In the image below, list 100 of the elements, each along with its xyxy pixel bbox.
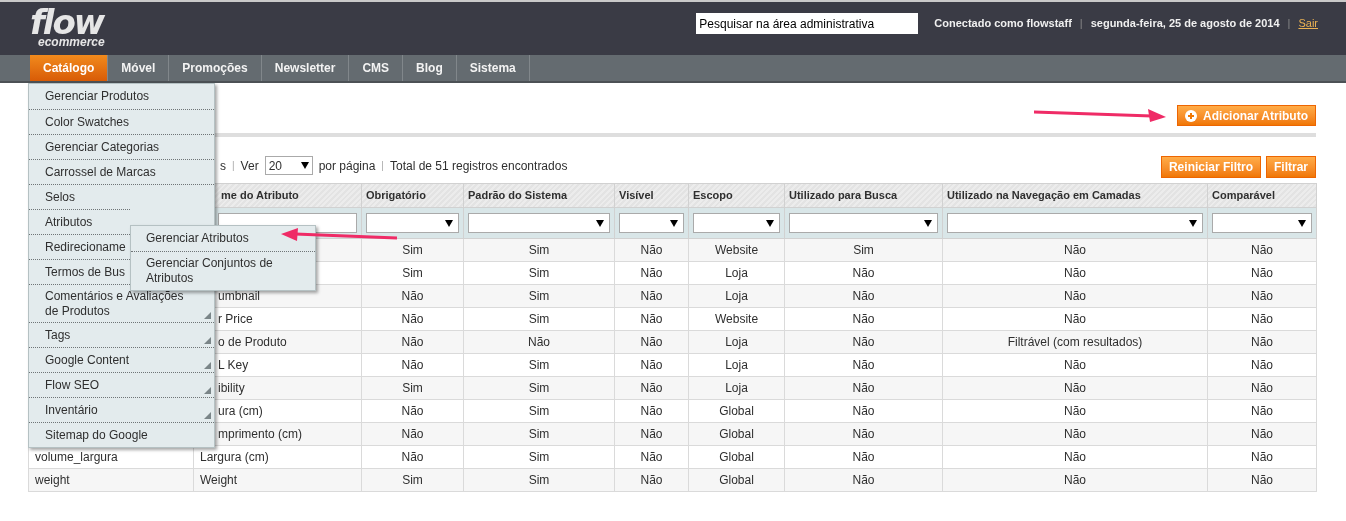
table-cell: Não — [852, 404, 875, 418]
table-cell: Não — [640, 381, 663, 395]
menu-item[interactable]: Selos — [29, 184, 214, 209]
table-cell: Não — [1251, 427, 1273, 441]
menu-item[interactable]: Tags — [29, 322, 214, 347]
table-cell: Global — [719, 427, 754, 441]
nav-tab[interactable]: Newsletter — [261, 55, 350, 81]
table-cell: Sim — [528, 358, 550, 372]
table-cell: Não — [640, 243, 663, 257]
filter-select[interactable] — [468, 213, 610, 233]
table-cell: Não — [401, 450, 424, 464]
menu-item[interactable]: Carrossel de Marcas — [29, 159, 214, 184]
filter-select[interactable] — [619, 213, 684, 233]
table-cell: ura (cm) — [218, 404, 263, 418]
table-cell: Global — [719, 450, 754, 464]
table-cell: Global — [719, 473, 754, 487]
table-cell: Sim — [528, 289, 550, 303]
table-cell: Não — [852, 473, 875, 487]
nav-tab[interactable]: Blog — [403, 55, 457, 81]
table-cell: Não — [1064, 404, 1086, 418]
pager-text: s — [220, 157, 226, 175]
menu-item[interactable]: Flow SEO — [29, 372, 214, 397]
table-cell: Sim — [853, 243, 874, 257]
table-cell: Sim — [528, 473, 550, 487]
nav-tab[interactable]: Móvel — [108, 55, 170, 81]
table-cell: weight — [35, 473, 70, 487]
menu-item[interactable]: Sitemap do Google — [29, 422, 214, 447]
caret-icon — [924, 219, 932, 227]
separator: | — [381, 159, 384, 173]
table-cell: Weight — [200, 473, 238, 487]
search-field[interactable]: Pesquisar na área administrativa — [696, 13, 919, 34]
logo-subtext: ecommerce — [38, 36, 105, 48]
caret-icon — [300, 162, 309, 169]
submenu-arrow-icon — [204, 387, 211, 394]
table-cell: Não — [852, 450, 875, 464]
menu-item[interactable]: Google Content — [29, 347, 214, 372]
caret-icon — [766, 219, 774, 227]
total-records-text: Total de 51 registros encontrados — [389, 157, 568, 175]
table-cell: Não — [1064, 266, 1086, 280]
menu-item[interactable]: Color Swatches — [29, 109, 214, 134]
table-cell: Não — [401, 427, 424, 441]
table-cell: Loja — [725, 266, 748, 280]
caret-icon — [1298, 219, 1306, 227]
table-cell: Sim — [528, 450, 550, 464]
separator: | — [1079, 16, 1083, 32]
table-cell: r Price — [218, 312, 253, 326]
filter-select[interactable] — [947, 213, 1203, 233]
table-cell: Não — [401, 289, 424, 303]
caret-icon — [1189, 219, 1197, 227]
table-cell: Não — [1064, 243, 1086, 257]
separator: | — [1287, 16, 1291, 32]
nav-tab[interactable]: Promoções — [169, 55, 262, 81]
table-cell: Não — [1251, 404, 1273, 418]
menu-item[interactable]: Gerenciar Produtos — [29, 84, 214, 109]
date-text: segunda-feira, 25 de agosto de 2014 — [1090, 16, 1280, 32]
per-page-select[interactable]: 20 — [264, 156, 313, 175]
table-cell: Não — [640, 289, 663, 303]
filter-select[interactable] — [693, 213, 780, 233]
menu-item[interactable]: Gerenciar Categorias — [29, 134, 214, 159]
table-cell: Não — [640, 358, 663, 372]
caret-icon — [670, 219, 678, 227]
table-cell: Não — [1251, 335, 1273, 349]
table-cell: Loja — [725, 335, 748, 349]
table-cell: Não — [1064, 473, 1086, 487]
table-cell: Sim — [528, 312, 550, 326]
table-cell: Não — [1251, 358, 1273, 372]
table-cell: Não — [1064, 312, 1086, 326]
table-cell: Sim — [402, 266, 423, 280]
table-cell: Sim — [402, 381, 423, 395]
table-cell: Não — [640, 450, 663, 464]
table-cell: umbnail — [218, 289, 261, 303]
filter-select[interactable] — [1212, 213, 1312, 233]
table-cell: volume_largura — [35, 450, 118, 464]
separator: | — [232, 159, 235, 173]
table-cell: Filtrável (com resultados) — [1007, 335, 1143, 349]
table-cell: Sim — [402, 243, 423, 257]
submenu-arrow-icon — [204, 412, 211, 419]
table-cell: Não — [852, 358, 875, 372]
table-cell: Não — [640, 427, 663, 441]
table-cell: Loja — [725, 381, 748, 395]
table-cell: Não — [1251, 289, 1273, 303]
table-cell: Não — [852, 427, 875, 441]
caret-icon — [596, 219, 604, 227]
table-cell: L Key — [218, 358, 249, 372]
table-cell: Website — [714, 243, 759, 257]
table-cell: Loja — [725, 358, 748, 372]
table-cell: Não — [401, 358, 424, 372]
table-cell: Não — [1251, 243, 1273, 257]
filter-select[interactable] — [789, 213, 938, 233]
table-cell: Sim — [528, 427, 550, 441]
table-cell: Largura (cm) — [200, 450, 269, 464]
logout-link[interactable]: Sair — [1298, 15, 1318, 32]
nav-tab[interactable]: Sistema — [456, 55, 530, 81]
table-cell: Sim — [402, 473, 423, 487]
menu-item[interactable]: Inventário — [29, 397, 214, 422]
table-cell: Não — [528, 335, 550, 349]
table-cell: Não — [852, 335, 875, 349]
filter-select[interactable] — [366, 213, 459, 233]
nav-tab[interactable]: CMS — [349, 55, 404, 81]
table-cell: Não — [852, 266, 875, 280]
